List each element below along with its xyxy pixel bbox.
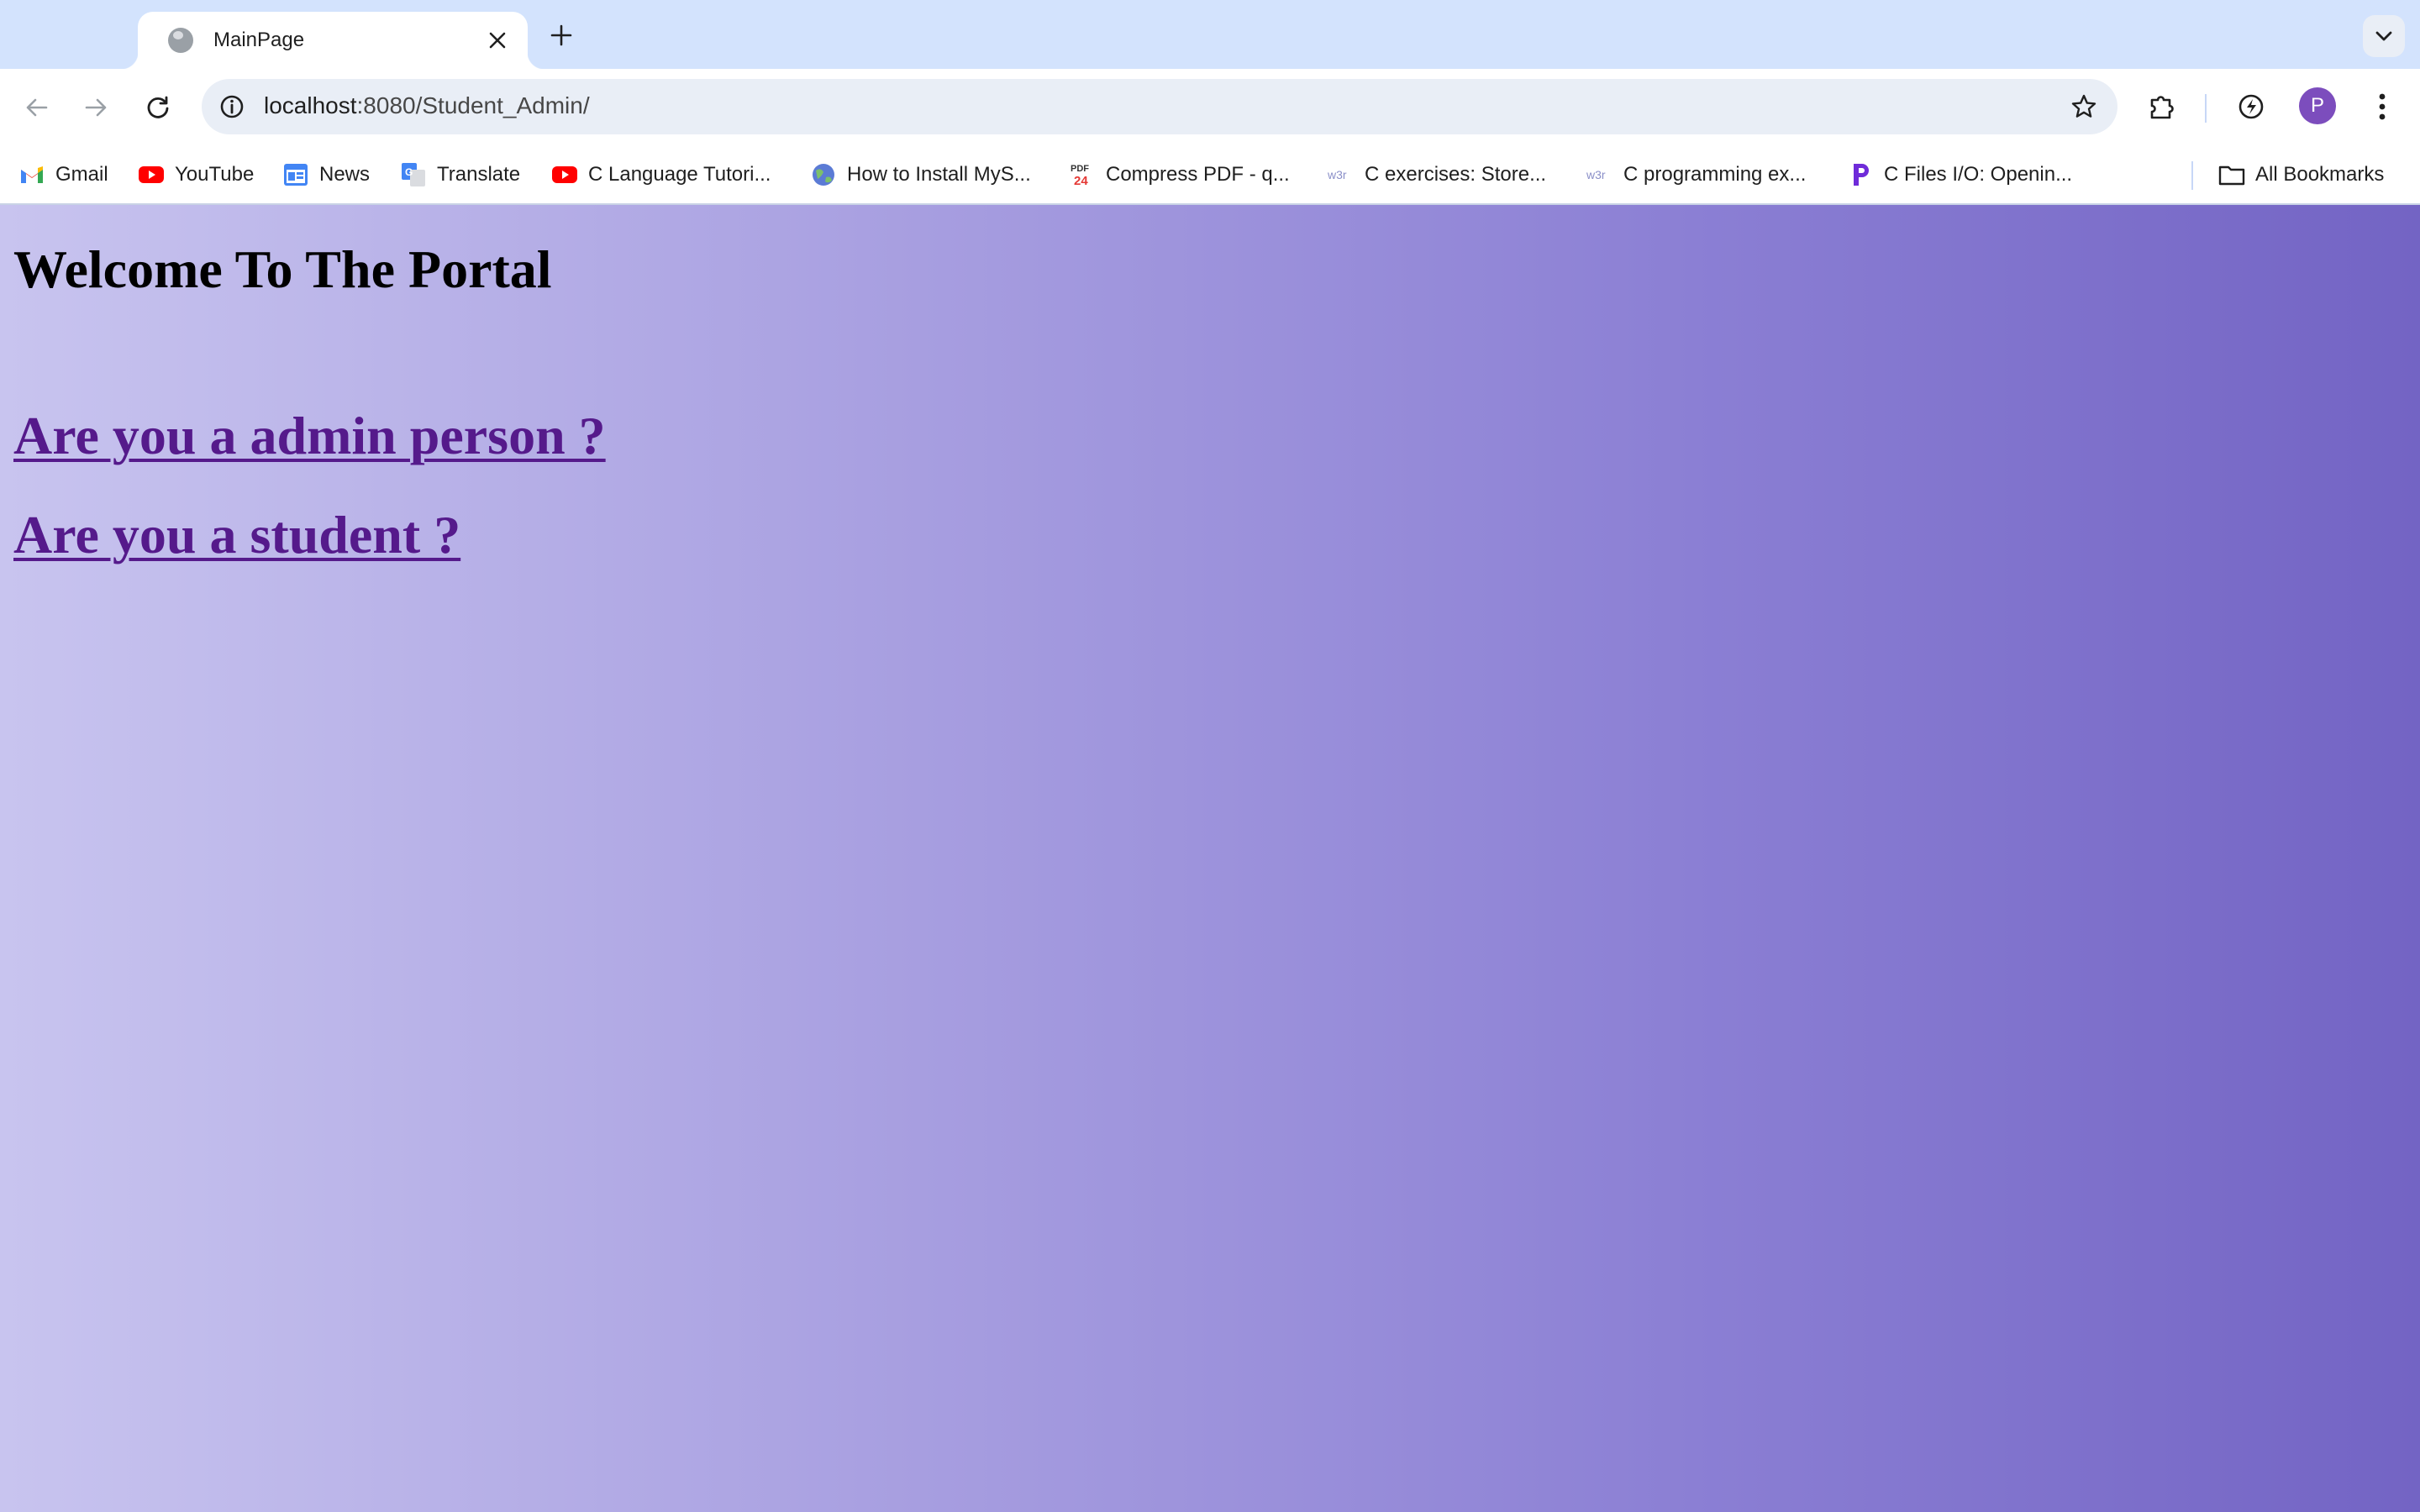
bookmark-label: YouTube [175, 163, 255, 186]
close-icon[interactable] [484, 27, 511, 54]
url-host: localhost [264, 92, 357, 118]
page-viewport: Welcome To The Portal Are you a admin pe… [0, 205, 2420, 1512]
tab-mainpage[interactable]: MainPage [121, 12, 544, 69]
profile-avatar[interactable]: P [2299, 87, 2336, 124]
performance-button[interactable] [2228, 84, 2274, 129]
site-info-button[interactable] [213, 88, 250, 125]
bookmark-label: C exercises: Store... [1365, 163, 1547, 186]
w3resource-icon: w3r [1328, 161, 1355, 188]
address-bar[interactable]: localhost:8080/Student_Admin/ [202, 79, 2118, 134]
menu-button[interactable] [2360, 84, 2405, 129]
more-vert-icon [2379, 93, 2386, 120]
browser-toolbar: localhost:8080/Student_Admin/ P [0, 69, 2420, 144]
tab-strip: MainPage [0, 0, 2420, 69]
bookmark-label: How to Install MyS... [847, 163, 1031, 186]
speed-icon [2238, 94, 2264, 119]
gmail-icon [18, 161, 45, 188]
back-button[interactable] [17, 87, 57, 128]
youtube-icon [138, 161, 165, 188]
globe-icon [810, 161, 837, 188]
google-translate-icon: G [400, 161, 427, 188]
arrow-left-icon [26, 98, 48, 117]
url-text[interactable]: localhost:8080/Student_Admin/ [264, 92, 590, 119]
star-icon [2071, 94, 2096, 118]
reload-icon [147, 96, 169, 118]
new-tab-button[interactable] [544, 18, 578, 52]
bookmark-label: C Files I/O: Openin... [1884, 163, 2073, 186]
bookmark-label: C programming ex... [1623, 163, 1807, 186]
tab-title: MainPage [213, 29, 305, 51]
bookmark-gmail[interactable]: Gmail [18, 160, 108, 190]
svg-text:w3r: w3r [1328, 168, 1347, 181]
bookmark-label: Gmail [55, 163, 108, 186]
bookmark-label: Translate [437, 163, 521, 186]
url-path: :8080/Student_Admin/ [356, 92, 590, 118]
svg-text:PDF: PDF [1071, 164, 1089, 174]
bookmark-label: Compress PDF - q... [1106, 163, 1290, 186]
forward-button[interactable] [76, 87, 116, 128]
all-bookmarks-label: All Bookmarks [2255, 163, 2385, 186]
bookmark-c-files-io[interactable]: C Files I/O: Openin... [1847, 160, 2072, 190]
svg-text:24: 24 [1074, 174, 1088, 188]
pdf24-icon: PDF 24 [1069, 161, 1096, 188]
puzzle-icon [2150, 96, 2174, 119]
bookmark-star-button[interactable] [2065, 88, 2102, 125]
page-title: Welcome To The Portal [13, 239, 552, 299]
bookmarks-bar: Gmail YouTube News G Translate C Languag… [0, 144, 2420, 205]
youtube-icon [551, 161, 578, 188]
bookmarks-divider [2191, 161, 2193, 190]
info-icon [220, 95, 244, 118]
bookmark-label: C Language Tutori... [588, 163, 771, 186]
bookmark-c-language[interactable]: C Language Tutori... [551, 160, 771, 190]
globe-icon [168, 28, 193, 53]
bookmark-youtube[interactable]: YouTube [138, 160, 254, 190]
all-bookmarks-button[interactable]: All Bookmarks [2218, 160, 2384, 190]
arrow-right-icon [85, 98, 107, 117]
reload-button[interactable] [138, 87, 178, 128]
tab-search-button[interactable] [2363, 15, 2405, 57]
w3resource-icon: w3r [1586, 161, 1613, 188]
bookmark-c-programming[interactable]: w3r C programming ex... [1586, 160, 1806, 190]
student-link[interactable]: Are you a student ? [13, 504, 460, 566]
toolbar-divider [2205, 94, 2207, 123]
bookmark-install-mysql[interactable]: How to Install MyS... [810, 160, 1031, 190]
bookmark-compress-pdf[interactable]: PDF 24 Compress PDF - q... [1069, 160, 1290, 190]
google-news-icon [282, 161, 309, 188]
admin-link[interactable]: Are you a admin person ? [13, 405, 606, 467]
bookmark-translate[interactable]: G Translate [400, 160, 520, 190]
bookmark-c-exercises[interactable]: w3r C exercises: Store... [1328, 160, 1546, 190]
bookmark-news[interactable]: News [282, 160, 370, 190]
folder-icon [2218, 161, 2245, 188]
programiz-icon [1847, 161, 1874, 188]
svg-text:w3r: w3r [1586, 168, 1606, 181]
bookmark-label: News [319, 163, 371, 186]
svg-text:G: G [405, 166, 413, 178]
extensions-button[interactable] [2139, 84, 2185, 129]
chevron-down-icon [2375, 31, 2392, 41]
